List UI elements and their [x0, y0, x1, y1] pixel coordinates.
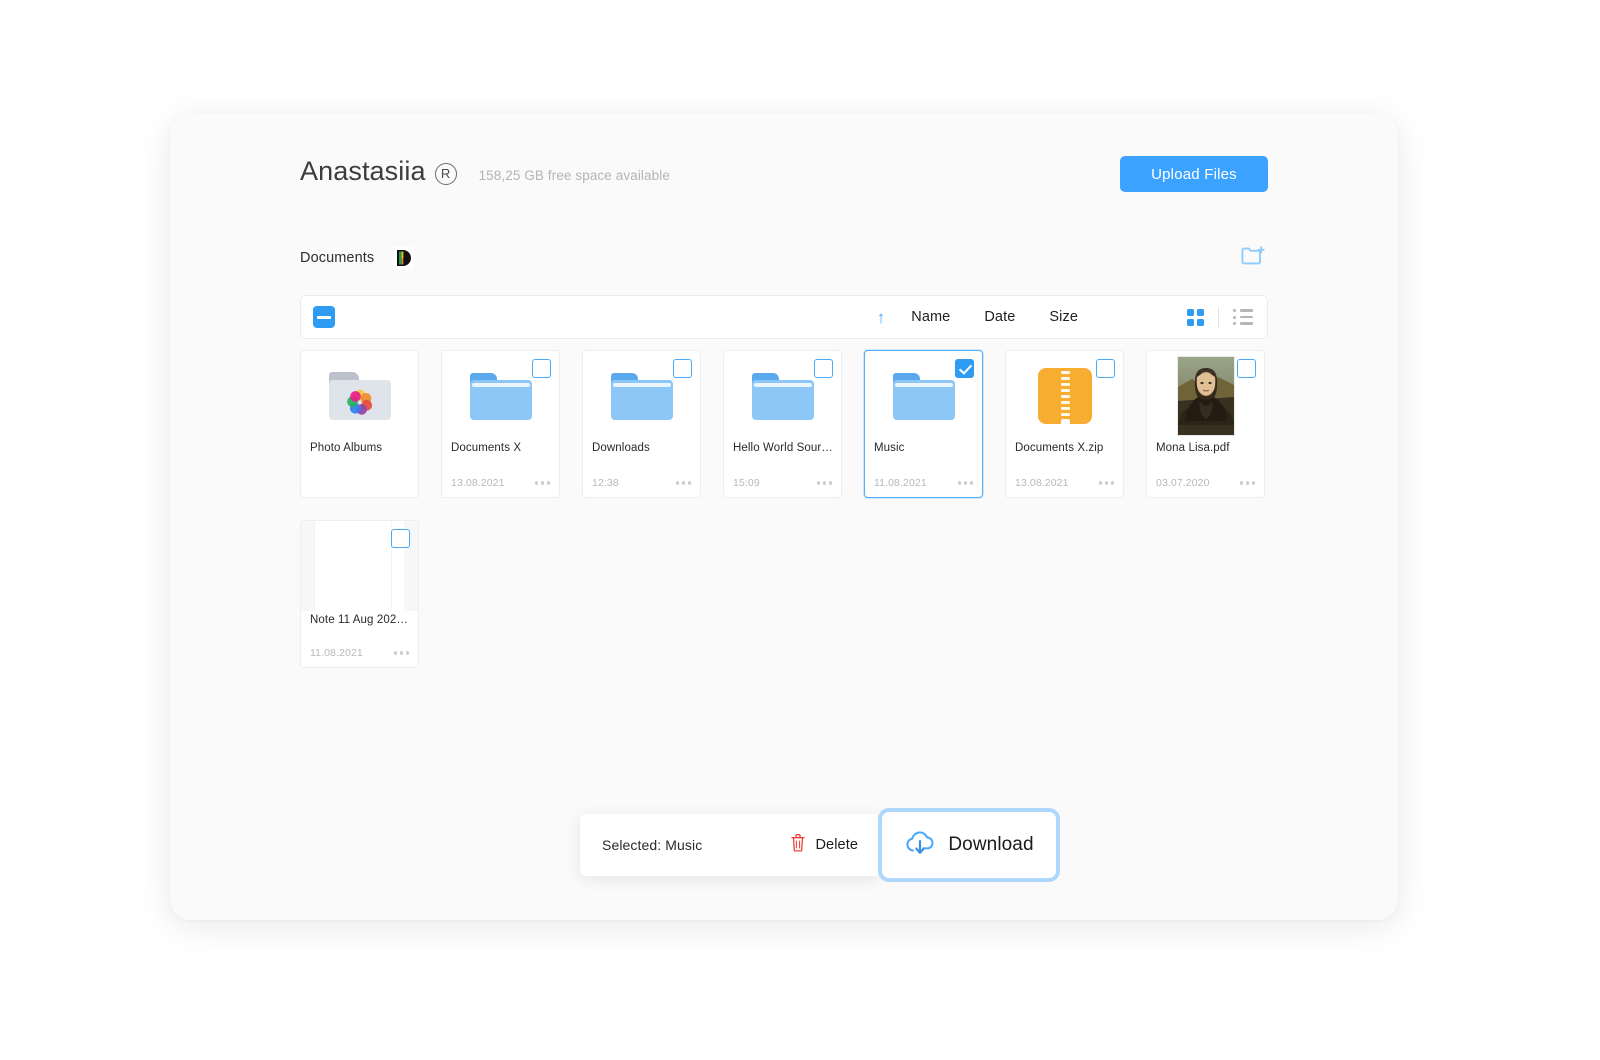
- file-name: Photo Albums: [301, 442, 418, 454]
- file-checkbox[interactable]: [1096, 359, 1115, 378]
- download-button[interactable]: Download: [878, 808, 1060, 882]
- select-all-checkbox[interactable]: [313, 306, 335, 328]
- file-card-photo-albums[interactable]: Photo Albums: [300, 350, 419, 498]
- file-more-menu-icon[interactable]: [676, 481, 692, 485]
- file-name: Documents X.zip: [1006, 442, 1123, 454]
- file-checkbox[interactable]: [673, 359, 692, 378]
- file-more-menu-icon[interactable]: [1099, 481, 1115, 485]
- upload-files-button[interactable]: Upload Files: [1120, 156, 1268, 192]
- file-meta: 03.07.2020: [1156, 477, 1255, 489]
- cloud-download-icon: [904, 829, 936, 862]
- delete-button[interactable]: Delete: [790, 833, 858, 857]
- file-card-documents-x[interactable]: Documents X 13.08.2021: [441, 350, 560, 498]
- file-checkbox[interactable]: [391, 529, 410, 548]
- file-checkbox[interactable]: [955, 359, 974, 378]
- list-view-icon[interactable]: [1233, 309, 1255, 325]
- file-meta: 13.08.2021: [451, 477, 550, 489]
- folder-icon: [752, 373, 814, 420]
- file-meta: 12:38: [592, 477, 691, 489]
- file-name: Note 11 Aug 202…: [301, 614, 418, 626]
- file-date: 03.07.2020: [1156, 477, 1210, 489]
- file-card-note[interactable]: Note 11 Aug 202… 11.08.2021: [300, 520, 419, 668]
- grid-view-icon[interactable]: [1187, 309, 1204, 326]
- file-thumbnail: [301, 351, 418, 441]
- app-page: Anastasiia R 158,25 GB free space availa…: [0, 0, 1600, 1060]
- registered-mark-icon: R: [435, 163, 457, 185]
- file-name: Documents X: [442, 442, 559, 454]
- file-more-menu-icon[interactable]: [958, 481, 974, 485]
- file-card-mona-lisa-pdf[interactable]: Mona Lisa.pdf 03.07.2020: [1146, 350, 1265, 498]
- new-folder-icon[interactable]: [1240, 244, 1266, 268]
- file-more-menu-icon[interactable]: [394, 651, 410, 655]
- file-card-music[interactable]: Music 11.08.2021: [864, 350, 983, 498]
- download-label: Download: [948, 834, 1033, 856]
- view-switch: [1187, 307, 1255, 327]
- file-card-downloads[interactable]: Downloads 12:38: [582, 350, 701, 498]
- sort-controls: ↑ Name Date Size: [877, 309, 1095, 326]
- file-checkbox[interactable]: [1237, 359, 1256, 378]
- file-more-menu-icon[interactable]: [1240, 481, 1256, 485]
- file-card-documents-x-zip[interactable]: Documents X.zip 13.08.2021: [1005, 350, 1124, 498]
- sort-column-name[interactable]: Name: [894, 309, 967, 325]
- file-meta: 15:09: [733, 477, 832, 489]
- toolbar: ↑ Name Date Size: [300, 295, 1268, 339]
- zip-archive-icon: [1038, 368, 1092, 424]
- delete-label: Delete: [815, 837, 858, 853]
- file-more-menu-icon[interactable]: [817, 481, 833, 485]
- file-date: 15:09: [733, 477, 760, 489]
- photos-pinwheel-icon: [346, 388, 374, 416]
- photo-folder-icon: [329, 372, 391, 420]
- trash-icon: [790, 833, 806, 857]
- selected-items-label: Selected: Music: [602, 837, 702, 853]
- selection-action-bar: Selected: Music Delete: [580, 814, 880, 876]
- file-name: Mona Lisa.pdf: [1147, 442, 1264, 454]
- breadcrumb-item-documents[interactable]: Documents: [300, 250, 374, 266]
- account-name: Anastasiia: [300, 156, 426, 187]
- sort-column-size[interactable]: Size: [1032, 309, 1095, 325]
- folder-icon: [470, 373, 532, 420]
- documents-d-logo-icon: [392, 247, 414, 269]
- free-space-label: 158,25 GB free space available: [479, 168, 670, 183]
- breadcrumb: Documents: [300, 242, 1268, 274]
- file-grid: Photo Albums Documents X 13.08.2021: [300, 350, 1272, 668]
- mona-lisa-thumbnail-image: [1178, 357, 1234, 435]
- folder-icon: [893, 373, 955, 420]
- folder-icon: [611, 373, 673, 420]
- file-meta: 11.08.2021: [310, 647, 409, 659]
- file-checkbox[interactable]: [532, 359, 551, 378]
- header: Anastasiia R 158,25 GB free space availa…: [300, 156, 1268, 204]
- file-card-hello-world-source[interactable]: Hello World Sour… 15:09: [723, 350, 842, 498]
- file-name: Music: [865, 442, 982, 454]
- file-date: 11.08.2021: [310, 647, 363, 659]
- file-date: 11.08.2021: [874, 477, 927, 489]
- view-separator: [1218, 307, 1219, 327]
- sort-direction-arrow-icon[interactable]: ↑: [877, 309, 886, 326]
- file-manager-window: Anastasiia R 158,25 GB free space availa…: [170, 114, 1398, 920]
- file-date: 12:38: [592, 477, 619, 489]
- sort-column-date[interactable]: Date: [967, 309, 1032, 325]
- file-date: 13.08.2021: [451, 477, 505, 489]
- file-date: 13.08.2021: [1015, 477, 1069, 489]
- file-name: Downloads: [583, 442, 700, 454]
- file-more-menu-icon[interactable]: [535, 481, 551, 485]
- file-checkbox[interactable]: [814, 359, 833, 378]
- file-meta: 13.08.2021: [1015, 477, 1114, 489]
- file-name: Hello World Sour…: [724, 442, 841, 454]
- file-meta: 11.08.2021: [874, 477, 973, 489]
